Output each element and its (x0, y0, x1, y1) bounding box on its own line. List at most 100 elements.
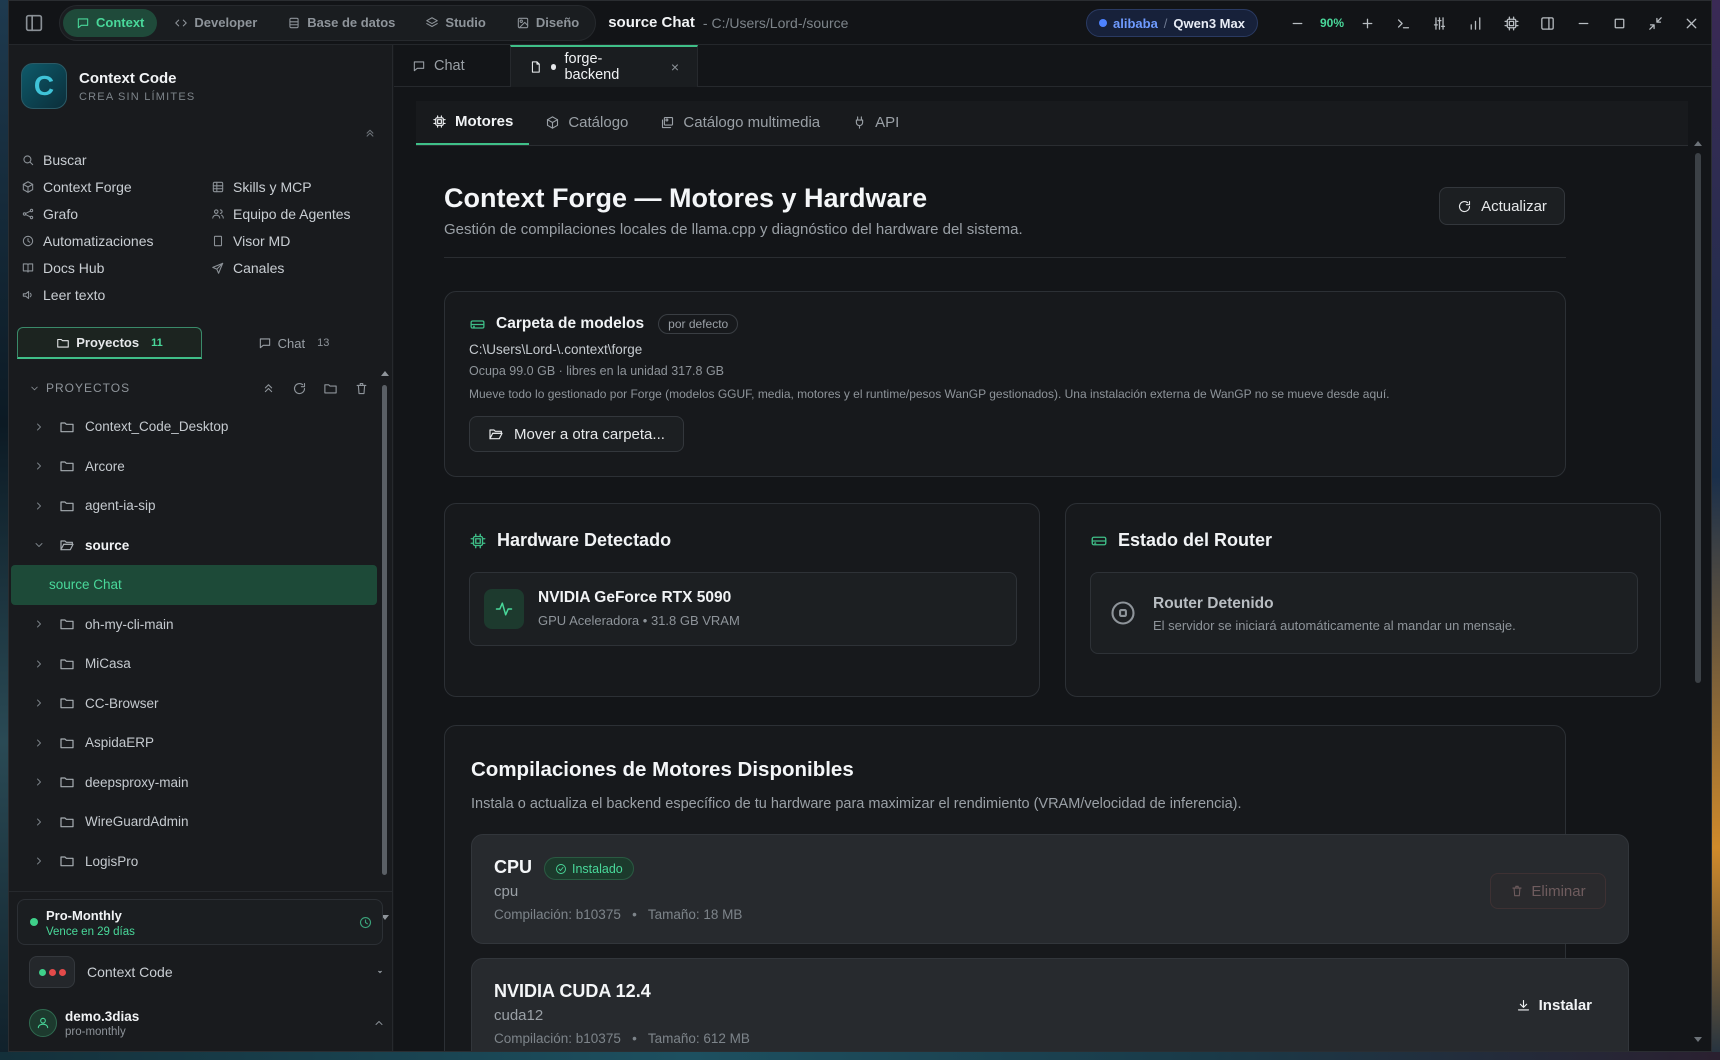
nav-agent-team[interactable]: Equipo de Agentes (211, 203, 351, 224)
delete-engine-button[interactable]: Eliminar (1490, 873, 1606, 909)
nav-automations[interactable]: Automatizaciones (21, 230, 154, 251)
tab-catalog[interactable]: Catálogo (529, 100, 644, 145)
mode-developer[interactable]: Developer (161, 9, 270, 37)
trash-icon (1512, 885, 1523, 897)
nav-context-forge[interactable]: Context Forge (21, 176, 154, 197)
content-scrollbar[interactable] (1694, 141, 1702, 1047)
nav-skills-mcp[interactable]: Skills y MCP (211, 176, 351, 197)
tab-api[interactable]: API (836, 100, 915, 145)
mode-database[interactable]: Base de datos (274, 9, 408, 37)
zoom-in-button[interactable] (1349, 1, 1385, 45)
search-icon (23, 154, 34, 165)
gpu-description: GPU Aceleradora • 31.8 GB VRAM (538, 613, 740, 628)
gpu-icon-box (484, 589, 524, 629)
plan-expiry: Vence en 29 días (46, 926, 135, 938)
tree-item[interactable]: agent-ia-sip (9, 486, 379, 526)
folder-icon (60, 738, 74, 749)
nav-read-text[interactable]: Leer texto (21, 284, 154, 305)
tree-item[interactable]: oh-my-cli-main (9, 605, 379, 645)
tab-forge-backend[interactable]: forge-backend × (510, 45, 698, 87)
trash-icon[interactable] (354, 381, 369, 396)
tree-item[interactable]: CC-Browser (9, 684, 379, 724)
user-menu[interactable]: demo.3dias pro-monthly (29, 1001, 385, 1045)
tab-chat-doc[interactable]: Chat (394, 45, 510, 87)
user-name: demo.3dias (65, 1008, 140, 1024)
tree-scroll-thumb[interactable] (382, 385, 387, 875)
engine-meta: Compilación: b10375 • Tamaño: 612 MB (494, 1031, 750, 1046)
provider-dot (1099, 19, 1107, 27)
tree-item[interactable]: LogisPro (9, 842, 379, 882)
sidebar-toggle-icon[interactable] (23, 12, 45, 34)
sliders-button[interactable] (1421, 1, 1457, 45)
collapse-nav-icon[interactable] (363, 125, 377, 139)
engines-content: Context Forge — Motores y Hardware Gesti… (394, 147, 1711, 1051)
content-scroll-thumb[interactable] (1695, 153, 1701, 683)
mode-context[interactable]: Context (63, 8, 158, 37)
workspace-selector[interactable]: Context Code (29, 953, 385, 991)
projects-count: 11 (151, 336, 163, 349)
tree-item[interactable]: MiCasa (9, 644, 379, 684)
split-view-button[interactable] (1529, 1, 1565, 45)
chip-button[interactable] (1493, 1, 1529, 45)
scroll-up-arrow[interactable] (381, 371, 389, 376)
engine-name: CPU (494, 857, 533, 877)
close-icon (1686, 18, 1696, 28)
avatar (29, 1009, 57, 1037)
tree-item[interactable]: Arcore (9, 447, 379, 487)
speaker-icon (22, 290, 32, 299)
tree-item-selected[interactable]: source Chat (11, 565, 377, 605)
collapse-all-icon[interactable] (261, 381, 276, 396)
tree-item[interactable]: deepsproxy-main (9, 763, 379, 803)
compact-button[interactable] (1637, 1, 1673, 45)
scroll-up-arrow[interactable] (1694, 141, 1702, 146)
tree-scrollbar[interactable] (381, 367, 389, 927)
tab-chat[interactable]: Chat 13 (202, 327, 385, 359)
model-selector[interactable]: alibaba / Qwen3 Max (1086, 9, 1258, 37)
maximize-button[interactable] (1601, 1, 1637, 45)
engines-desc: Instala o actualiza el backend específic… (471, 796, 1242, 812)
tab-media-catalog[interactable]: Catálogo multimedia (644, 100, 836, 145)
nav-graph[interactable]: Grafo (21, 203, 154, 224)
tree-item[interactable]: AspidaERP (9, 723, 379, 763)
tab-projects[interactable]: Proyectos 11 (17, 327, 202, 359)
plug-icon (855, 116, 864, 129)
tab-engines[interactable]: Motores (416, 100, 530, 145)
models-folder-card: Carpeta de modelos por defecto C:\Users\… (444, 291, 1566, 477)
tree-item-open[interactable]: source (9, 526, 379, 566)
desktop-background-bottom (0, 1052, 1720, 1060)
plan-card[interactable]: Pro-Monthly Vence en 29 días (17, 899, 383, 945)
close-window-button[interactable] (1673, 1, 1709, 45)
new-folder-icon[interactable] (323, 381, 338, 396)
nav-md-viewer[interactable]: Visor MD (211, 230, 351, 251)
refresh-button[interactable]: Actualizar (1439, 187, 1565, 225)
projects-header: PROYECTOS (29, 375, 369, 401)
terminal-button[interactable] (1385, 1, 1421, 45)
tree-item[interactable]: Context_Code_Desktop (9, 407, 379, 447)
nav-search[interactable]: Buscar (21, 149, 154, 170)
install-engine-button[interactable]: Instalar (1516, 997, 1592, 1014)
plan-name: Pro-Monthly (46, 908, 122, 923)
chevron-down-icon (377, 970, 383, 974)
mode-design[interactable]: Diseño (503, 9, 592, 37)
tree-item[interactable]: WireGuardAdmin (9, 802, 379, 842)
nav-docs-hub[interactable]: Docs Hub (21, 257, 154, 278)
folder-icon (60, 777, 74, 788)
close-tab-icon[interactable]: × (671, 59, 679, 75)
maximize-icon (1614, 18, 1624, 28)
folder-icon (60, 817, 74, 828)
engine-id: cuda12 (494, 1007, 544, 1024)
mode-studio[interactable]: Studio (412, 9, 498, 37)
scroll-down-arrow[interactable] (1694, 1037, 1702, 1042)
chevron-down-icon[interactable] (29, 383, 40, 394)
zoom-out-button[interactable] (1279, 1, 1315, 45)
chevron-up-icon (375, 1021, 383, 1025)
refresh-icon (1459, 200, 1471, 212)
minimize-button[interactable] (1565, 1, 1601, 45)
move-folder-button[interactable]: Mover a otra carpeta... (469, 416, 684, 452)
refresh-icon[interactable] (292, 381, 307, 396)
project-tree: Context_Code_Desktop Arcore agent-ia-sip… (9, 407, 379, 881)
sliders-icon (1433, 16, 1445, 30)
stats-button[interactable] (1457, 1, 1493, 45)
nav-channels[interactable]: Canales (211, 257, 351, 278)
engine-item-cpu: CPU Instalado cpu Compilación: b10375 • … (471, 834, 1629, 944)
